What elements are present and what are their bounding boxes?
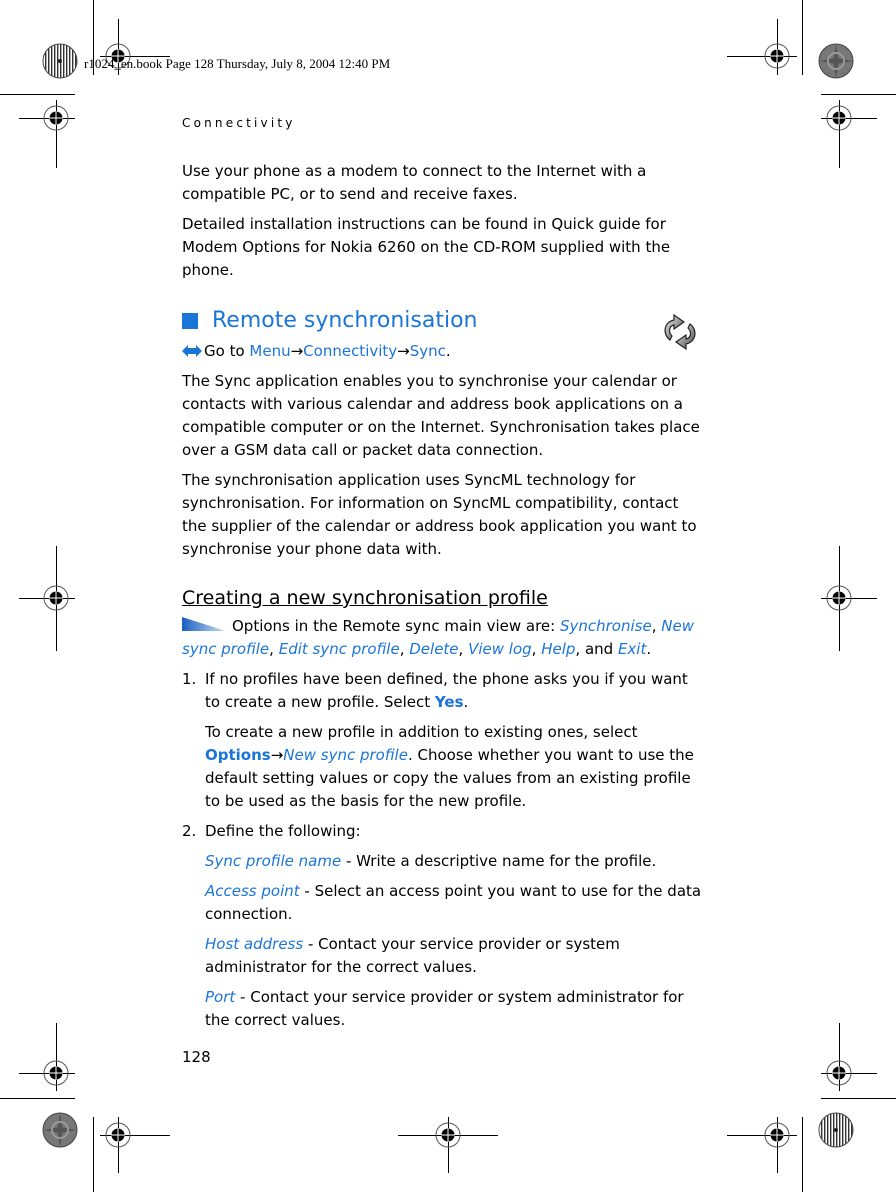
goto-prefix: Go to <box>204 342 250 360</box>
separator: , <box>458 640 469 658</box>
separator: , <box>269 640 279 658</box>
step-text-a: To create a new profile in addition to e… <box>205 723 638 741</box>
path-arrow: → <box>397 342 410 360</box>
registration-mark-icon <box>826 105 852 131</box>
starburst-target-icon <box>818 1112 854 1148</box>
sync-link[interactable]: Sync <box>410 342 446 360</box>
step-number: 2. <box>182 822 197 840</box>
registration-mark-icon <box>764 43 790 69</box>
step-item: 2. Define the following: Sync profile na… <box>182 820 702 1032</box>
crop-line <box>802 0 803 75</box>
crop-line <box>93 1117 94 1192</box>
step-text: To create a new profile in addition to e… <box>205 721 702 813</box>
starburst-target-icon <box>818 43 854 79</box>
field-name: Access point <box>205 882 300 900</box>
section-bullet-icon <box>182 313 198 329</box>
section-title: Remote synchronisation <box>212 308 478 333</box>
option-view-log[interactable]: View log <box>468 640 532 658</box>
section-paragraph: The synchronisation application uses Syn… <box>182 471 697 558</box>
starburst-target-icon <box>42 43 78 79</box>
double-arrow-icon <box>182 345 202 357</box>
registration-mark-icon <box>826 585 852 611</box>
options-intro: Options in the Remote sync main view are… <box>232 617 560 635</box>
connectivity-link[interactable]: Connectivity <box>303 342 397 360</box>
option-help[interactable]: Help <box>541 640 575 658</box>
intro-paragraph: Detailed installation instructions can b… <box>182 215 671 279</box>
crop-line <box>0 1098 75 1099</box>
crop-line <box>802 1117 803 1192</box>
registration-mark-icon <box>43 1060 69 1086</box>
field-definition: Port - Contact your service provider or … <box>205 986 702 1032</box>
separator: , <box>651 617 662 635</box>
new-sync-profile-link[interactable]: New sync profile <box>283 746 408 764</box>
path-arrow: → <box>290 342 304 360</box>
crop-line <box>0 94 75 95</box>
field-desc: - Contact your service provider or syste… <box>205 988 684 1029</box>
registration-mark-icon <box>43 585 69 611</box>
separator: , <box>399 640 410 658</box>
separator: , <box>531 640 542 658</box>
goto-path: Go to Menu→Connectivity→Sync. <box>182 340 702 363</box>
crop-line <box>821 94 896 95</box>
field-name: Port <box>205 988 236 1006</box>
registration-mark-icon <box>826 1060 852 1086</box>
steps-list: 1. If no profiles have been defined, the… <box>182 668 702 1032</box>
step-text: Define the following: <box>205 822 361 840</box>
tip-wedge-icon <box>182 617 226 631</box>
menu-link[interactable]: Menu <box>249 342 290 360</box>
option-exit[interactable]: Exit <box>618 640 646 658</box>
field-name: Sync profile name <box>205 852 342 870</box>
step-text-b: . <box>463 693 469 711</box>
options-paragraph: Options in the Remote sync main view are… <box>182 615 702 661</box>
registration-mark-icon <box>764 1122 790 1148</box>
separator: , and <box>575 640 618 658</box>
page-content: Use your phone as a modem to connect to … <box>182 160 702 1039</box>
crop-line <box>821 1098 896 1099</box>
option-edit-sync-profile[interactable]: Edit sync profile <box>279 640 400 658</box>
field-desc: - Write a descriptive name for the profi… <box>341 852 657 870</box>
section-heading: Remote synchronisation <box>182 306 702 336</box>
registration-mark-icon <box>435 1122 461 1148</box>
path-end: . <box>445 342 451 360</box>
step-text: If no profiles have been defined, the ph… <box>205 668 702 714</box>
running-head: Connectivity <box>182 116 296 130</box>
separator: . <box>646 640 652 658</box>
yes-option[interactable]: Yes <box>435 693 464 711</box>
section-paragraph: The Sync application enables you to sync… <box>182 372 700 459</box>
registration-mark-icon <box>43 105 69 131</box>
page-number: 128 <box>182 1048 211 1066</box>
field-definition: Sync profile name - Write a descriptive … <box>205 850 702 873</box>
print-slug: r1024_en.book Page 128 Thursday, July 8,… <box>84 56 391 71</box>
step-item: 1. If no profiles have been defined, the… <box>182 668 702 813</box>
path-arrow: → <box>270 746 284 764</box>
starburst-target-icon <box>42 1112 78 1148</box>
option-delete[interactable]: Delete <box>409 640 458 658</box>
intro-paragraph: Use your phone as a modem to connect to … <box>182 162 647 203</box>
option-synchronise[interactable]: Synchronise <box>560 617 652 635</box>
field-definition: Host address - Contact your service prov… <box>205 933 702 979</box>
step-number: 1. <box>182 670 197 688</box>
registration-mark-icon <box>105 1122 131 1148</box>
subsection-heading: Creating a new synchronisation profile <box>182 587 548 609</box>
options-menu-link[interactable]: Options <box>205 746 271 764</box>
field-name: Host address <box>205 935 304 953</box>
field-definition: Access point - Select an access point yo… <box>205 880 702 926</box>
